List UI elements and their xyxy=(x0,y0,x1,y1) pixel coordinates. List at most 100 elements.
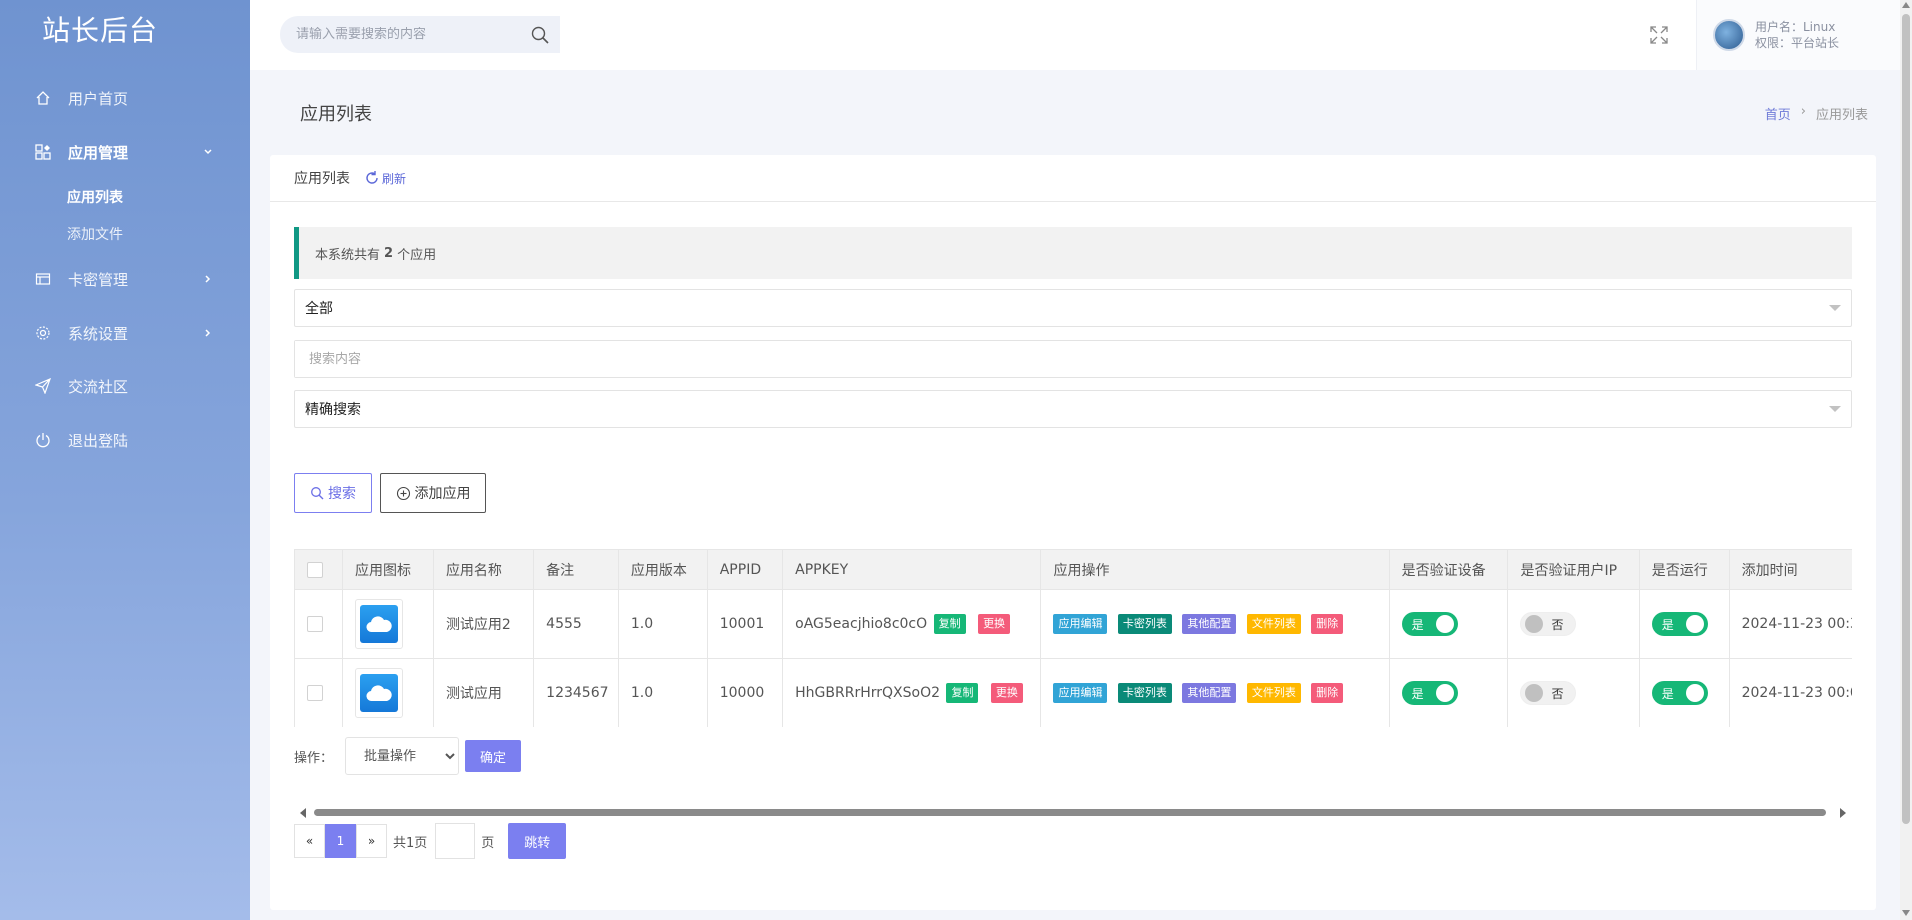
app-table-container[interactable]: 应用图标 应用名称 备注 应用版本 APPID APPKEY 应用操作 是否验证… xyxy=(294,549,1852,727)
change-key-button[interactable]: 更换 xyxy=(990,683,1023,703)
card-title: 应用列表 xyxy=(294,171,350,187)
sidebar-item-logout[interactable]: 退出登陆 xyxy=(0,420,250,460)
app-version: 1.0 xyxy=(618,658,708,727)
column-header: 备注 xyxy=(533,549,619,590)
toggle-label: 是 xyxy=(1661,617,1674,632)
column-header: 应用名称 xyxy=(433,549,535,590)
toggle-label: 否 xyxy=(1551,686,1564,701)
search-field xyxy=(294,340,1852,378)
category-select[interactable]: 全部 xyxy=(294,289,1852,327)
scroll-up-icon[interactable] xyxy=(1902,2,1910,8)
column-header: 应用版本 xyxy=(618,549,708,590)
sidebar-item-label: 退出登陆 xyxy=(68,431,129,450)
app-key-cell: oAG5eacjhio8c0cO 复制 更换 xyxy=(782,589,1042,659)
change-key-button[interactable]: 更换 xyxy=(978,614,1011,634)
running-toggle[interactable]: 是 xyxy=(1651,681,1708,705)
breadcrumb-home[interactable]: 首页 xyxy=(1765,104,1791,123)
refresh-label: 刷新 xyxy=(382,171,407,186)
cloud-icon xyxy=(366,616,392,633)
edit-app-button[interactable]: 应用编辑 xyxy=(1053,683,1108,703)
page-unit: 页 xyxy=(481,835,495,851)
verify-device-cell: 是 xyxy=(1389,658,1509,727)
scroll-thumb[interactable] xyxy=(314,809,1826,816)
user-menu[interactable]: 用户名：Linux 权限：平台站长 xyxy=(1696,0,1900,70)
add-app-button-label: 添加应用 xyxy=(414,486,471,502)
notice-banner: 本系统共有 2 个应用 xyxy=(294,227,1852,279)
scroll-left-icon[interactable] xyxy=(300,808,306,818)
sidebar-item-cards[interactable]: 卡密管理 xyxy=(0,259,250,299)
notice-prefix: 本系统共有 xyxy=(315,247,381,263)
refresh-icon xyxy=(366,171,378,184)
sidebar-item-community[interactable]: 交流社区 xyxy=(0,366,250,406)
verify-device-cell: 是 xyxy=(1389,589,1509,659)
app-note: 4555 xyxy=(533,589,619,659)
verify-device-toggle[interactable]: 是 xyxy=(1401,612,1458,636)
copy-key-button[interactable]: 复制 xyxy=(933,614,966,634)
toggle-label: 是 xyxy=(1411,686,1424,701)
page-jump-input[interactable] xyxy=(435,823,476,859)
file-list-button[interactable]: 文件列表 xyxy=(1246,614,1301,634)
avatar xyxy=(1713,19,1745,51)
search-icon[interactable] xyxy=(530,25,550,45)
row-checkbox[interactable] xyxy=(307,616,323,632)
file-list-button[interactable]: 文件列表 xyxy=(1246,683,1301,703)
app-name: 测试应用 xyxy=(433,658,535,727)
confirm-button[interactable]: 确定 xyxy=(465,740,522,772)
page-number-button[interactable]: 1 xyxy=(325,824,356,858)
prev-page-button[interactable]: « xyxy=(294,824,325,858)
table-row: 测试应用2 4555 1.0 10001 oAG5eacjhio8c0cO 复制… xyxy=(295,589,1852,659)
batch-ops-bar: 操作： 批量操作 确定 xyxy=(294,737,522,775)
vertical-scrollbar[interactable] xyxy=(1900,0,1912,920)
breadcrumb: 首页 › 应用列表 xyxy=(1765,104,1868,123)
fullscreen-icon[interactable] xyxy=(1648,24,1670,46)
delete-app-button[interactable]: 删除 xyxy=(1311,683,1344,703)
toggle-label: 是 xyxy=(1411,617,1424,632)
global-search-input[interactable] xyxy=(296,27,516,42)
sidebar-item-apps[interactable]: 应用管理 xyxy=(0,132,250,172)
select-all-cell xyxy=(295,549,344,590)
app-key: oAG5eacjhio8c0cO xyxy=(795,616,928,632)
batch-ops-select[interactable]: 批量操作 xyxy=(345,737,460,775)
power-icon xyxy=(34,431,52,449)
running-toggle[interactable]: 是 xyxy=(1651,612,1708,636)
card-list-button[interactable]: 卡密列表 xyxy=(1117,614,1172,634)
copy-key-button[interactable]: 复制 xyxy=(946,683,979,703)
subnav-add-file[interactable]: 添加文件 xyxy=(67,224,123,244)
scroll-right-icon[interactable] xyxy=(1840,808,1846,818)
sidebar-item-home[interactable]: 用户首页 xyxy=(0,78,250,118)
app-icon xyxy=(355,668,404,718)
edit-app-button[interactable]: 应用编辑 xyxy=(1053,614,1108,634)
sidebar-item-settings[interactable]: 系统设置 xyxy=(0,313,250,353)
horizontal-scrollbar[interactable] xyxy=(294,805,1852,819)
jump-button[interactable]: 跳转 xyxy=(508,823,567,859)
app-icon-cell xyxy=(342,589,434,659)
sidebar-item-label: 卡密管理 xyxy=(68,270,129,289)
app-name: 测试应用2 xyxy=(433,589,535,659)
match-mode-select[interactable]: 精确搜索 xyxy=(294,390,1852,428)
verify-ip-toggle[interactable]: 否 xyxy=(1520,612,1577,636)
other-config-button[interactable]: 其他配置 xyxy=(1182,614,1237,634)
other-config-button[interactable]: 其他配置 xyxy=(1182,683,1237,703)
row-checkbox[interactable] xyxy=(307,685,323,701)
dropdown-arrow-icon xyxy=(1829,406,1841,412)
card-list-button[interactable]: 卡密列表 xyxy=(1117,683,1172,703)
search-input[interactable] xyxy=(295,341,1851,377)
scroll-down-icon[interactable] xyxy=(1902,910,1910,916)
verify-device-toggle[interactable]: 是 xyxy=(1401,681,1458,705)
running-cell: 是 xyxy=(1639,658,1730,727)
plus-circle-icon xyxy=(396,486,410,500)
refresh-button[interactable]: 刷新 xyxy=(364,170,406,187)
card-header: 应用列表 刷新 xyxy=(270,155,1876,202)
search-button-label: 搜索 xyxy=(328,486,356,502)
column-header: APPKEY xyxy=(782,549,1042,590)
cloud-icon xyxy=(366,685,392,702)
next-page-button[interactable]: » xyxy=(356,824,387,858)
delete-app-button[interactable]: 删除 xyxy=(1311,614,1344,634)
pagination: « 1 » 共1页 页 跳转 xyxy=(294,823,567,859)
verify-ip-toggle[interactable]: 否 xyxy=(1520,681,1577,705)
subnav-app-list[interactable]: 应用列表 xyxy=(67,187,123,207)
search-button[interactable]: 搜索 xyxy=(294,473,372,513)
select-all-checkbox[interactable] xyxy=(307,561,323,578)
add-app-button[interactable]: 添加应用 xyxy=(380,473,486,513)
scroll-thumb[interactable] xyxy=(1902,14,1910,824)
